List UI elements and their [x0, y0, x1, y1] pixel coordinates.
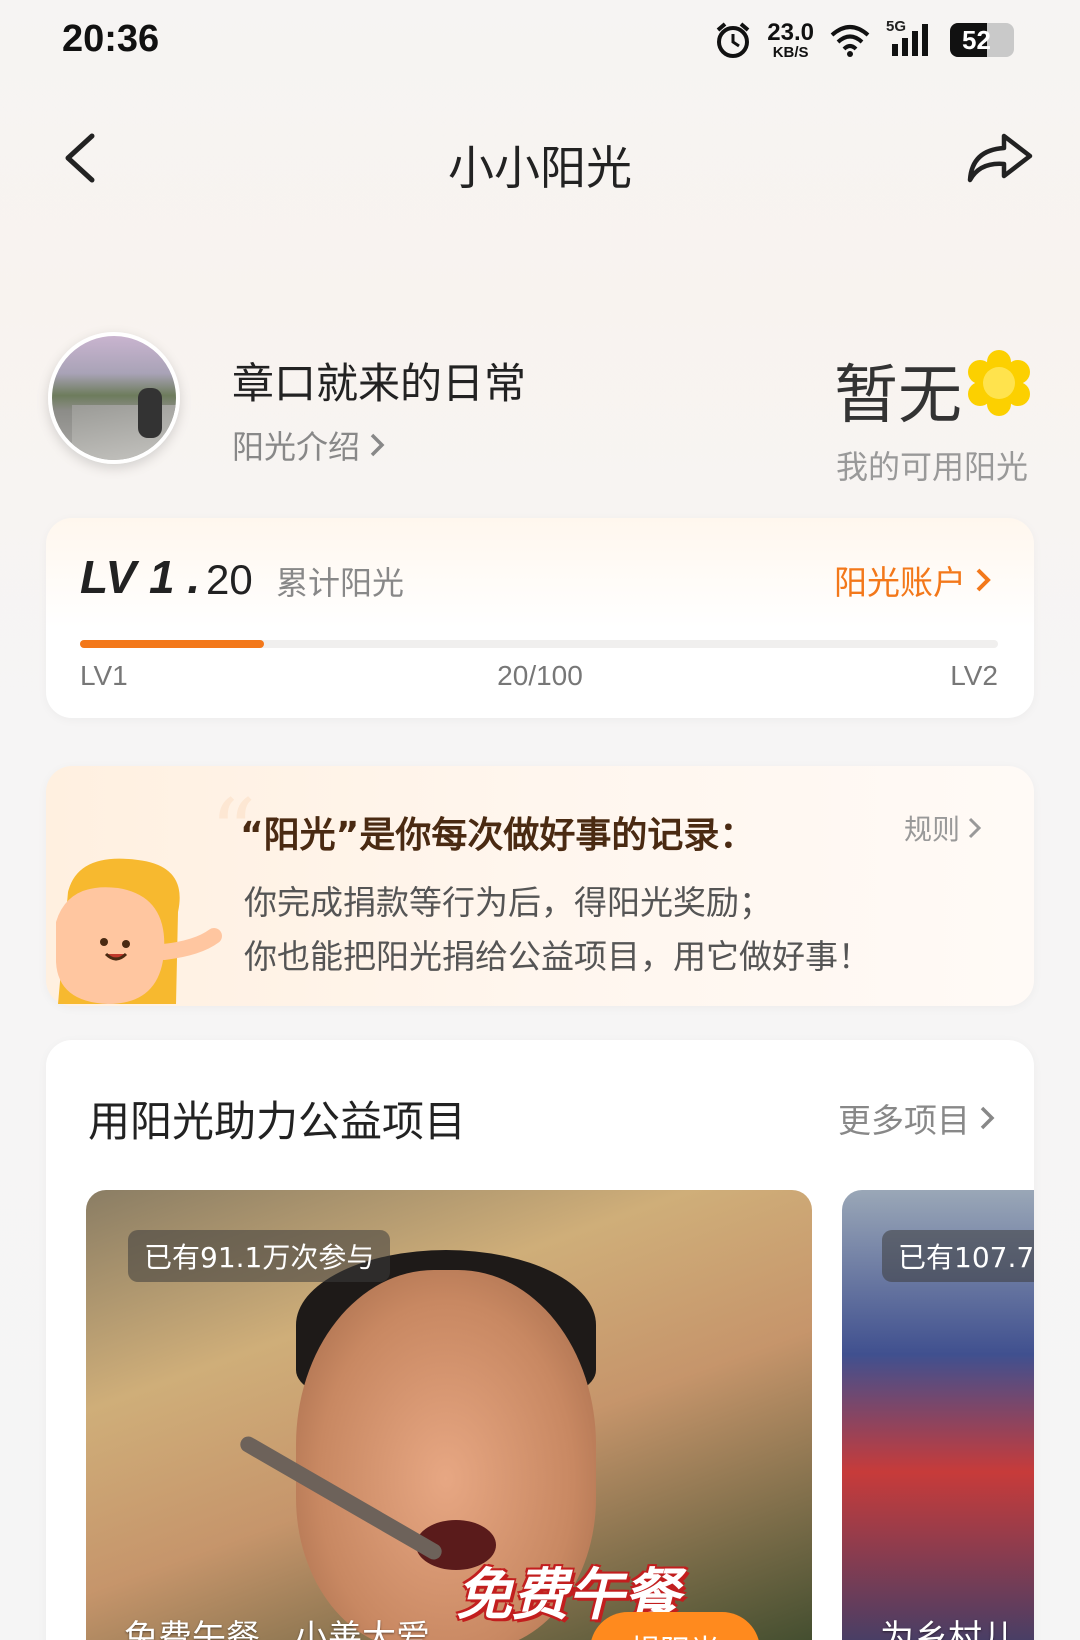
level-progress-bar	[80, 640, 998, 648]
avatar[interactable]	[48, 332, 180, 464]
projects-title: 用阳光助力公益项目	[88, 1097, 467, 1146]
signal-icon: 5G	[886, 18, 936, 58]
level-points-label: 累计阳光	[276, 564, 405, 602]
available-sunshine-caption: 我的可用阳光	[835, 448, 1028, 486]
sunshine-account-link[interactable]: 阳光账户	[834, 556, 994, 604]
wifi-icon	[830, 25, 870, 57]
more-projects-link[interactable]: 更多项目	[838, 1094, 998, 1142]
project-card-free-lunch[interactable]: 已有91.1万次参与 免费午餐 免费午餐，小善大爱 捐阳光	[86, 1190, 812, 1640]
project-caption: 为乡村儿	[880, 1618, 1016, 1640]
project-card-rural-children[interactable]: 已有107.7万 为乡村儿	[842, 1190, 1034, 1640]
sunshine-account-label: 阳光账户	[834, 563, 966, 602]
available-sunshine-value: 暂无	[834, 359, 962, 433]
chevron-right-icon	[370, 433, 385, 457]
participants-badge: 已有107.7万	[882, 1230, 1034, 1282]
sunshine-intro-link[interactable]: 阳光介绍	[232, 422, 388, 468]
page-title: 小小阳光	[448, 141, 632, 195]
sun-icon	[968, 350, 1030, 416]
chevron-right-icon	[980, 1106, 995, 1130]
intro-line-2: 你也能把阳光捐给公益项目，用它做好事！	[244, 937, 871, 976]
net-speed-unit: KB/S	[772, 43, 809, 61]
level-label: LV 1 .	[80, 551, 201, 603]
mascot-illustration	[56, 858, 222, 1004]
status-icons: 23.0 KB/S 5G 52	[713, 18, 1014, 61]
donate-sunshine-button[interactable]: 捐阳光	[590, 1612, 760, 1640]
more-projects-label: 更多项目	[838, 1101, 970, 1140]
project-caption: 免费午餐，小善大爱	[124, 1618, 430, 1640]
share-icon[interactable]	[964, 128, 1036, 188]
chevron-right-icon	[976, 568, 991, 592]
intro-title: “阳光”是你每次做好事的记录：	[240, 815, 756, 856]
battery-icon: 52	[950, 23, 1014, 57]
net-speed-value: 23.0	[767, 18, 814, 46]
chevron-right-icon	[968, 817, 982, 839]
sunshine-intro-label: 阳光介绍	[232, 428, 361, 466]
progress-end-label: LV2	[950, 660, 998, 691]
intro-line-1: 你完成捐款等行为后，得阳光奖励；	[244, 883, 772, 922]
battery-level: 52	[962, 24, 991, 55]
level-points: 20	[206, 556, 253, 603]
net-speed: 23.0 KB/S	[767, 18, 814, 61]
level-progress-fill	[80, 640, 264, 648]
status-time: 20:36	[62, 18, 160, 60]
rules-link[interactable]: 规则	[904, 808, 984, 848]
username: 章口就来的日常	[232, 359, 527, 408]
alarm-icon	[716, 22, 750, 58]
participants-badge: 已有91.1万次参与	[128, 1230, 391, 1282]
progress-text: 20/100	[497, 660, 583, 691]
rules-label: 规则	[903, 813, 960, 846]
